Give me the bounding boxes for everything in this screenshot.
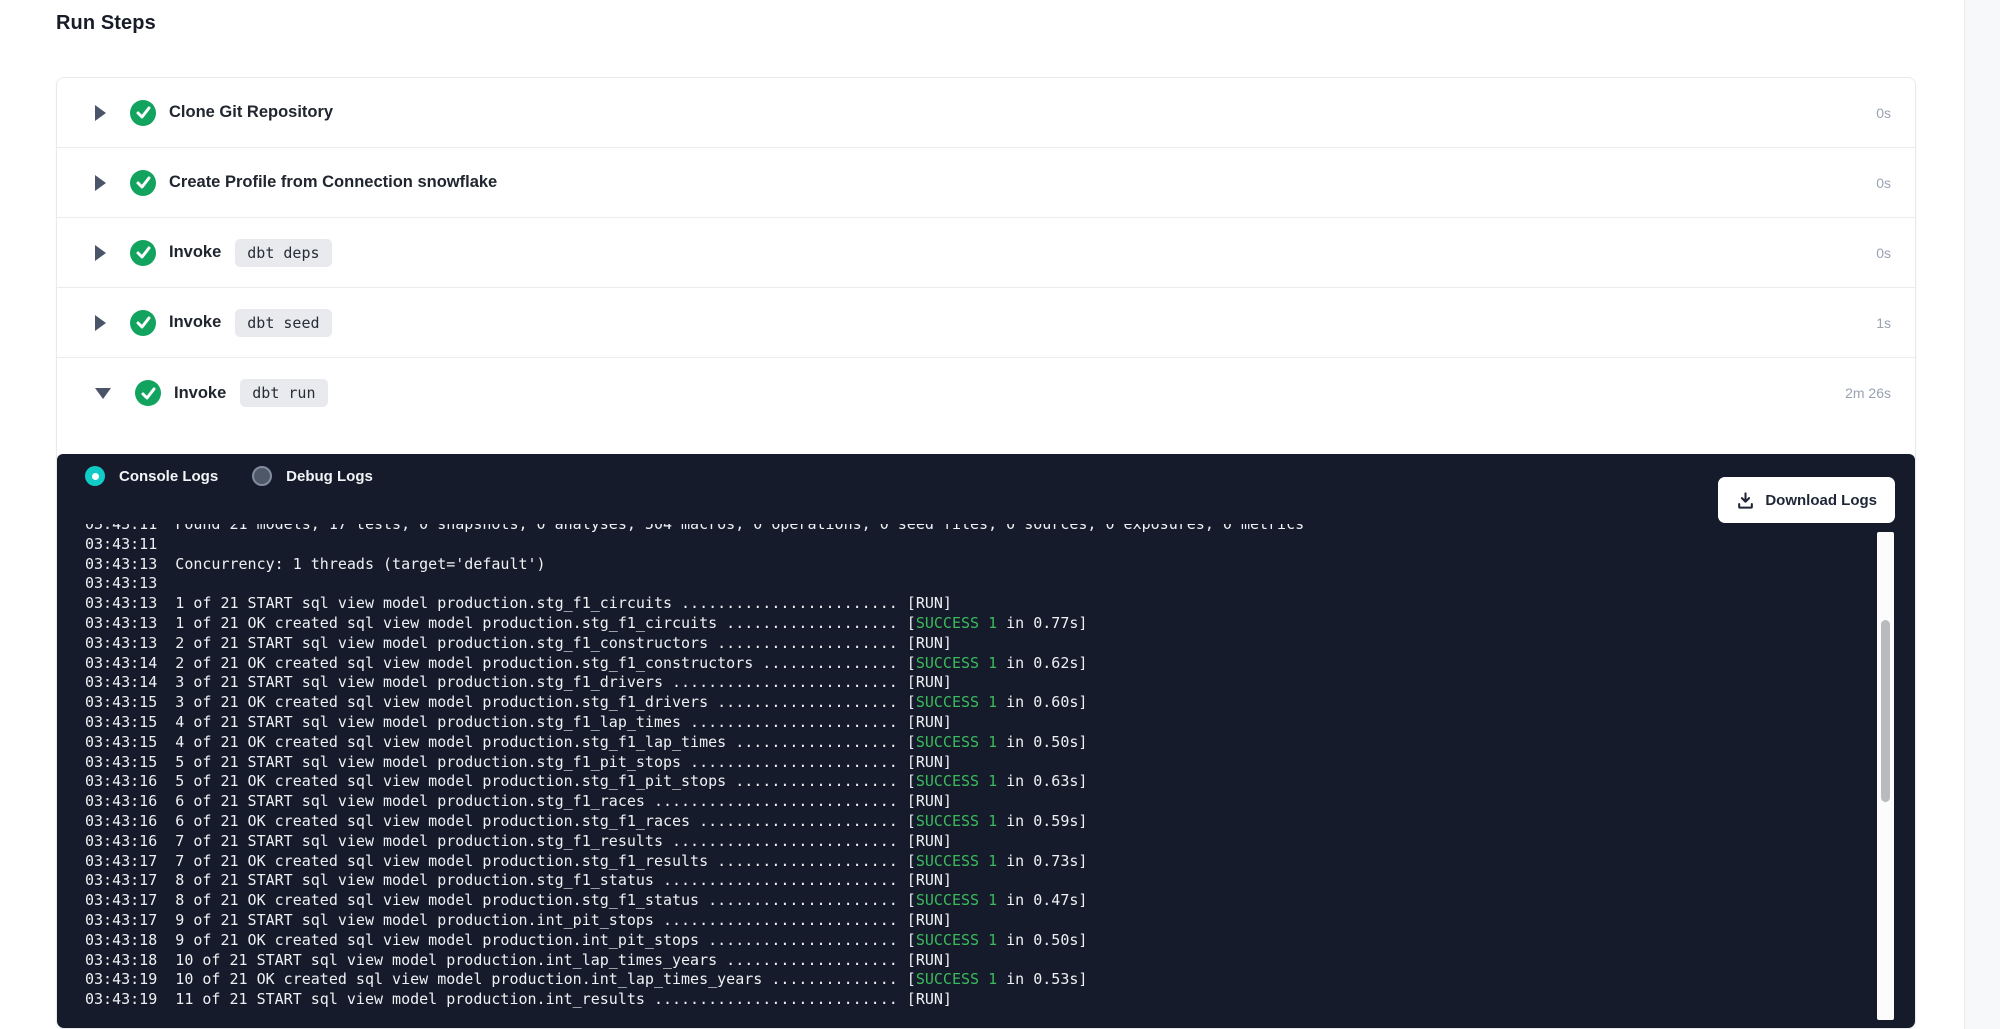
log-line: 03:43:14 2 of 21 OK created sql view mod… [85, 654, 1855, 674]
run-step-row-dbt-run[interactable]: Invoke dbt run 2m 26s [57, 358, 1915, 428]
download-logs-label: Download Logs [1765, 492, 1877, 509]
log-line: 03:43:18 10 of 21 START sql view model p… [85, 951, 1855, 971]
run-steps-card: Clone Git Repository 0s Create Profile f… [56, 77, 1916, 1029]
log-panel-header: Console Logs Debug Logs Download Logs [85, 454, 1915, 498]
step-duration: 0s [1876, 105, 1891, 121]
step-label: Invoke [174, 384, 226, 403]
step-duration: 0s [1876, 245, 1891, 261]
log-line: 03:43:19 11 of 21 START sql view model p… [85, 990, 1855, 1010]
log-scrollbar-track[interactable] [1877, 532, 1894, 1020]
step-label: Invoke [169, 243, 221, 262]
console-log-output: 03:43:11 Found 21 models, 17 tests, 0 sn… [85, 524, 1855, 1027]
log-line: 03:43:18 9 of 21 OK created sql view mod… [85, 931, 1855, 951]
step-duration: 0s [1876, 175, 1891, 191]
log-lines: 03:43:11 Found 21 models, 17 tests, 0 sn… [85, 524, 1855, 1010]
log-line: 03:43:15 4 of 21 START sql view model pr… [85, 713, 1855, 733]
chevron-down-icon [95, 388, 111, 399]
step-command-badge: dbt deps [235, 239, 331, 267]
step-label: Clone Git Repository [169, 103, 333, 122]
log-line: 03:43:17 8 of 21 START sql view model pr… [85, 871, 1855, 891]
step-duration: 1s [1876, 315, 1891, 331]
chevron-right-icon [95, 175, 106, 191]
log-line: 03:43:15 3 of 21 OK created sql view mod… [85, 693, 1855, 713]
log-line: 03:43:13 1 of 21 OK created sql view mod… [85, 614, 1855, 634]
log-line: 03:43:19 10 of 21 OK created sql view mo… [85, 970, 1855, 990]
log-line: 03:43:11 Found 21 models, 17 tests, 0 sn… [85, 524, 1855, 535]
run-step-row-create-profile[interactable]: Create Profile from Connection snowflake… [57, 148, 1915, 218]
download-logs-button[interactable]: Download Logs [1718, 477, 1895, 523]
radio-selected-icon[interactable] [85, 466, 105, 486]
success-check-icon [135, 380, 161, 406]
chevron-right-icon [95, 315, 106, 331]
log-line: 03:43:16 5 of 21 OK created sql view mod… [85, 772, 1855, 792]
page-right-gutter [1964, 0, 2000, 1029]
success-check-icon [130, 310, 156, 336]
log-line: 03:43:15 4 of 21 OK created sql view mod… [85, 733, 1855, 753]
log-line: 03:43:13 1 of 21 START sql view model pr… [85, 594, 1855, 614]
log-line: 03:43:11 [85, 535, 1855, 555]
log-line: 03:43:17 8 of 21 OK created sql view mod… [85, 891, 1855, 911]
run-step-row-dbt-seed[interactable]: Invoke dbt seed 1s [57, 288, 1915, 358]
log-line: 03:43:16 6 of 21 OK created sql view mod… [85, 812, 1855, 832]
run-step-row-dbt-deps[interactable]: Invoke dbt deps 0s [57, 218, 1915, 288]
log-line: 03:43:13 [85, 574, 1855, 594]
log-scrollbar-thumb[interactable] [1881, 620, 1890, 802]
step-label: Create Profile from Connection snowflake [169, 173, 497, 192]
step-label: Invoke [169, 313, 221, 332]
radio-unselected-icon[interactable] [252, 466, 272, 486]
step-command-badge: dbt seed [235, 309, 331, 337]
log-line: 03:43:13 2 of 21 START sql view model pr… [85, 634, 1855, 654]
log-line: 03:43:14 3 of 21 START sql view model pr… [85, 673, 1855, 693]
success-check-icon [130, 170, 156, 196]
log-line: 03:43:13 Concurrency: 1 threads (target=… [85, 555, 1855, 575]
radio-label[interactable]: Debug Logs [286, 468, 373, 485]
log-line: 03:43:16 7 of 21 START sql view model pr… [85, 832, 1855, 852]
download-icon [1736, 491, 1755, 510]
page-title: Run Steps [56, 12, 156, 35]
step-duration: 2m 26s [1845, 385, 1891, 401]
radio-label[interactable]: Console Logs [119, 468, 218, 485]
step-command-badge: dbt run [240, 379, 327, 407]
success-check-icon [130, 240, 156, 266]
chevron-right-icon [95, 105, 106, 121]
radio-console-logs[interactable]: Console Logs [85, 466, 218, 486]
log-panel: Console Logs Debug Logs Download Logs 03… [57, 454, 1915, 1029]
run-step-row-clone-git-repository[interactable]: Clone Git Repository 0s [57, 78, 1915, 148]
log-line: 03:43:17 9 of 21 START sql view model pr… [85, 911, 1855, 931]
radio-debug-logs[interactable]: Debug Logs [252, 466, 373, 486]
log-line: 03:43:16 6 of 21 START sql view model pr… [85, 792, 1855, 812]
log-line: 03:43:15 5 of 21 START sql view model pr… [85, 753, 1855, 773]
chevron-right-icon [95, 245, 106, 261]
success-check-icon [130, 100, 156, 126]
log-line: 03:43:17 7 of 21 OK created sql view mod… [85, 852, 1855, 872]
